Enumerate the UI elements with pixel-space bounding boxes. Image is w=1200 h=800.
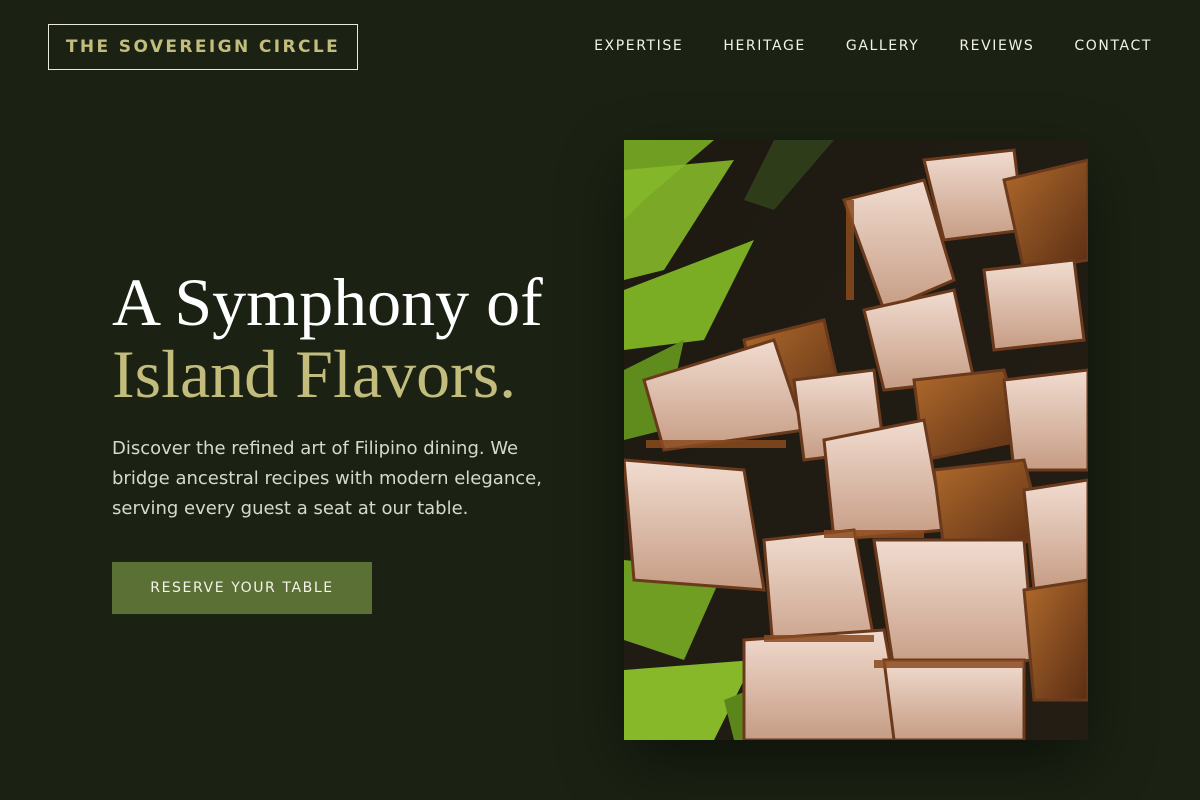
nav-item-reviews[interactable]: REVIEWS: [959, 36, 1034, 56]
brand-logo[interactable]: THE SOVEREIGN CIRCLE: [48, 24, 358, 70]
nav-item-gallery[interactable]: GALLERY: [846, 36, 919, 56]
hero-description: Discover the refined art of Filipino din…: [112, 438, 542, 519]
hero-title-line1: A Symphony of: [112, 264, 543, 340]
roast-pork-illustration: [624, 140, 1088, 740]
reserve-table-button[interactable]: RESERVE YOUR TABLE: [112, 562, 372, 614]
main-nav: EXPERTISE HERITAGE GALLERY REVIEWS CONTA…: [594, 36, 1152, 56]
nav-item-contact[interactable]: CONTACT: [1074, 36, 1152, 56]
hero-food-image: [624, 140, 1088, 740]
hero-title: A Symphony of Island Flavors.: [112, 266, 543, 410]
hero-title-line2: Island Flavors.: [112, 336, 517, 412]
nav-item-expertise[interactable]: EXPERTISE: [594, 36, 683, 56]
nav-item-heritage[interactable]: HERITAGE: [723, 36, 806, 56]
